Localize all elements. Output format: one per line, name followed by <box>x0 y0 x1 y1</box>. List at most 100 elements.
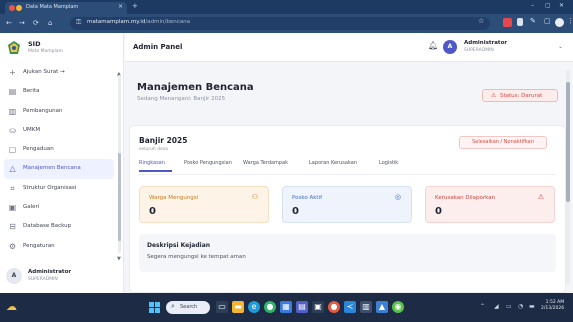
browser-tab[interactable]: Data Mata Mamplam × <box>5 2 127 14</box>
stat-card-posko-aktif: Posko Aktif ◎ 0 <box>282 186 412 223</box>
avatar[interactable]: A <box>443 40 457 54</box>
taskbar-clock[interactable]: 1:52 AM 2/13/2026 <box>541 300 564 312</box>
vscode-icon[interactable]: ≺ <box>344 301 356 313</box>
topbar-user-role: SUPERADMIN <box>464 48 494 53</box>
stat-label: Kerusakan Dilaporkan <box>435 195 496 201</box>
sidebar-menu: + Ajukan Surat → ▤ Berita ▥ Pembangunan … <box>0 63 118 256</box>
sidebar-item-struktur-organisasi[interactable]: ⌗ Struktur Organisasi <box>4 179 114 198</box>
battery-icon[interactable]: ▬ <box>529 303 535 310</box>
extension-icon[interactable] <box>517 18 523 26</box>
main-scrollbar-thumb[interactable] <box>566 82 570 202</box>
topbar-user-name[interactable]: Administrator <box>464 40 507 46</box>
tab-ringkasan[interactable]: Ringkasan <box>139 160 165 166</box>
app-icon[interactable]: ▦ <box>280 301 292 313</box>
finish-deactivate-button[interactable]: Selesaikan / Nonaktifkan <box>459 136 547 149</box>
tab-posko-pengungsian[interactable]: Posko Pengungsian <box>184 160 232 166</box>
window-close-icon[interactable]: ✕ <box>559 2 564 9</box>
reload-icon[interactable]: ⟳ <box>33 19 39 27</box>
stat-value: 0 <box>149 206 156 217</box>
image-icon: ▣ <box>8 203 17 213</box>
url-path: /admin/bencana <box>145 19 190 25</box>
description-text: Segera mengungsi ke tempat aman <box>147 254 246 260</box>
sidebar-item-umkm[interactable]: ⛀ UMKM <box>4 121 114 140</box>
sidebar-item-pengaturan[interactable]: ⚙ Pengaturan <box>4 237 114 256</box>
plus-icon: + <box>9 68 16 77</box>
tray-icon[interactable]: ◢ <box>494 303 499 310</box>
search-icon: ⌕ <box>171 302 175 310</box>
app-icon[interactable]: ● <box>328 301 340 313</box>
disaster-card: Banjir 2025 seluruh desa Selesaikan / No… <box>129 125 566 293</box>
task-view-icon[interactable]: ▭ <box>216 301 228 313</box>
sidebar-item-manajemen-bencana[interactable]: △ Manajemen Bencana <box>4 159 114 179</box>
sidebar-scrollbar-thumb[interactable] <box>118 153 121 241</box>
taskbar-search[interactable]: ⌕ Search <box>166 301 210 314</box>
app-icon[interactable]: ▤ <box>296 301 308 313</box>
home-icon[interactable]: ⌂ <box>48 19 52 27</box>
brand[interactable]: SID Mata Mamplam <box>6 38 118 58</box>
extensions-puzzle-icon[interactable]: ▢ <box>544 17 551 25</box>
sidebar-item-database-backup[interactable]: ⊟ Database Backup <box>4 217 114 236</box>
status-badge: ⚠ Status: Darurat <box>482 89 558 102</box>
file-explorer-icon[interactable]: ▬ <box>232 301 244 313</box>
app-icon[interactable]: ◉ <box>392 301 404 313</box>
browser-tab-bar: Data Mata Mamplam × + – ▢ ✕ <box>0 0 573 14</box>
site-info-icon[interactable]: ⚿ <box>76 18 81 27</box>
sidebar-user-role: SUPERADMIN <box>28 277 58 282</box>
url-host: matamamplam.my.id <box>87 19 146 25</box>
sidebar-item-label: Berita <box>23 88 40 95</box>
sidebar-user[interactable]: A Administrator SUPERADMIN <box>6 266 118 288</box>
sidebar-item-ajukan-surat[interactable]: + Ajukan Surat → <box>4 63 114 82</box>
avatar: A <box>6 268 22 284</box>
top-bar: Admin Panel 🔔︎ A Administrator SUPERADMI… <box>125 33 573 62</box>
new-tab-button[interactable]: + <box>132 2 138 10</box>
weather-icon[interactable]: ☁ <box>6 300 17 313</box>
taskbar-search-label: Search <box>180 304 198 310</box>
back-icon[interactable]: ← <box>6 19 12 27</box>
chat-icon: ▢ <box>8 145 17 155</box>
panel-title: Admin Panel <box>133 43 183 51</box>
clock-date: 2/13/2026 <box>541 306 565 311</box>
chevron-down-icon[interactable]: ⌄ <box>558 43 563 50</box>
tabs-divider <box>139 174 556 175</box>
tab-laporan-kerusakan[interactable]: Laporan Kerusakan <box>309 160 357 166</box>
app-icon[interactable]: ▥ <box>360 301 372 313</box>
sidebar-item-pengaduan[interactable]: ▢ Pengaduan <box>4 140 114 159</box>
edge-icon[interactable]: e <box>248 301 260 313</box>
sidebar-item-label: Pembangunan <box>23 107 63 114</box>
pen-icon[interactable]: ✎ <box>530 17 536 25</box>
maximize-icon[interactable]: ▢ <box>545 2 551 9</box>
sidebar-item-berita[interactable]: ▤ Berita <box>4 82 114 101</box>
notification-bell-icon[interactable]: 🔔︎ <box>428 41 438 50</box>
app-icon[interactable]: ▣ <box>312 301 324 313</box>
description-title: Deskripsi Kejadian <box>147 242 211 249</box>
sidebar-item-galeri[interactable]: ▣ Galeri <box>4 198 114 217</box>
warning-icon: ⚠ <box>491 92 497 99</box>
browser-menu-icon[interactable]: ⋮ <box>567 17 573 25</box>
network-icon[interactable]: ▭ <box>506 303 512 310</box>
app-icon[interactable]: ▲ <box>376 301 388 313</box>
stat-label: Warga Mengungsi <box>149 195 199 201</box>
tray-chevron-icon[interactable]: ⌃ <box>480 303 485 310</box>
bookmark-star-icon[interactable]: ☆ <box>478 17 484 25</box>
chrome-icon[interactable]: ● <box>264 301 276 313</box>
browser-tab-title: Data Mata Mamplam <box>26 4 79 10</box>
window-close-dot-icon[interactable] <box>9 5 15 11</box>
tab-close-icon[interactable]: × <box>118 3 123 10</box>
address-bar[interactable]: ⚿ matamamplam.my.id/admin/bencana <box>70 17 490 30</box>
scroll-down-icon[interactable]: ▼ <box>117 256 121 262</box>
profile-icon[interactable] <box>555 18 564 27</box>
tab-warga-terdampak[interactable]: Warga Terdampak <box>243 160 288 166</box>
url-text: matamamplam.my.id/admin/bencana <box>87 19 190 25</box>
page-subtitle: Sedang Menangani: Banjir 2025 <box>137 96 226 102</box>
page-title: Manajemen Bencana <box>137 82 254 93</box>
volume-icon[interactable]: ◔ <box>518 303 523 310</box>
forward-icon[interactable]: → <box>19 19 25 27</box>
minimize-icon[interactable]: – <box>531 2 534 9</box>
sidebar-item-pembangunan[interactable]: ▥ Pembangunan <box>4 102 114 121</box>
sidebar-item-label: Struktur Organisasi <box>23 184 77 191</box>
tab-logistik[interactable]: Logistik <box>379 160 398 166</box>
warning-icon: △ <box>9 164 16 174</box>
windows-start-icon[interactable] <box>149 302 160 313</box>
extension-icon[interactable] <box>503 18 512 27</box>
sidebar-user-name: Administrator <box>28 269 72 275</box>
